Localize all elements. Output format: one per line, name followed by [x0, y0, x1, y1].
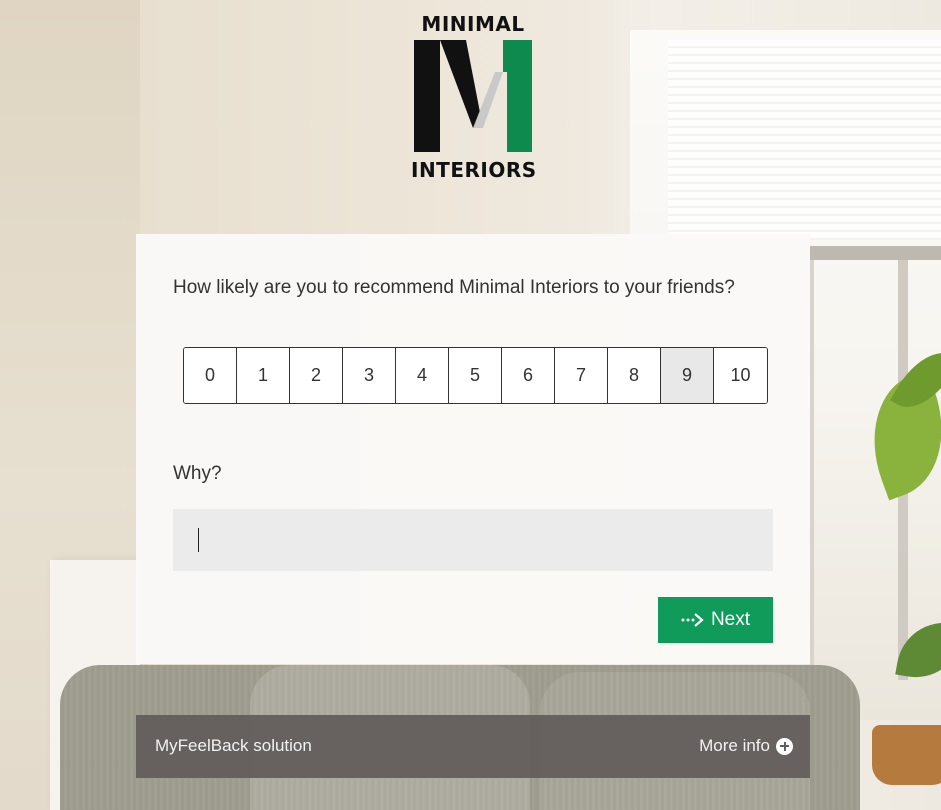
- why-text-field[interactable]: [173, 509, 773, 571]
- nps-option-4[interactable]: 4: [396, 348, 449, 403]
- nps-option-8[interactable]: 8: [608, 348, 661, 403]
- dotted-arrow-right-icon: [681, 613, 704, 627]
- why-label: Why?: [173, 463, 222, 484]
- nps-option-3[interactable]: 3: [343, 348, 396, 403]
- nps-scale: 0 1 2 3 4 5 6 7 8 9 10: [183, 347, 768, 404]
- text-caret: [198, 528, 199, 552]
- nps-option-10[interactable]: 10: [714, 348, 767, 403]
- nps-option-7[interactable]: 7: [555, 348, 608, 403]
- survey-question: How likely are you to recommend Minimal …: [173, 277, 735, 298]
- logo-wordmark-bottom: INTERIORS: [411, 158, 537, 182]
- next-button-label: Next: [710, 609, 751, 630]
- nps-option-9[interactable]: 9: [661, 348, 714, 403]
- logo-m-icon: [414, 40, 532, 152]
- more-info-link[interactable]: More info: [699, 736, 793, 756]
- nps-option-2[interactable]: 2: [290, 348, 343, 403]
- more-info-label: More info: [699, 736, 770, 755]
- nps-option-6[interactable]: 6: [502, 348, 555, 403]
- plus-circle-icon: [776, 737, 793, 755]
- brand-logo: MINIMAL INTERIORS: [411, 12, 537, 182]
- nps-option-1[interactable]: 1: [237, 348, 290, 403]
- footer-bar: MyFeelBack solution More info: [136, 715, 810, 778]
- footer-brand: MyFeelBack solution: [155, 736, 312, 755]
- nps-option-5[interactable]: 5: [449, 348, 502, 403]
- next-button[interactable]: Next: [658, 597, 773, 643]
- survey-card: How likely are you to recommend Minimal …: [136, 234, 810, 664]
- nps-option-0[interactable]: 0: [184, 348, 237, 403]
